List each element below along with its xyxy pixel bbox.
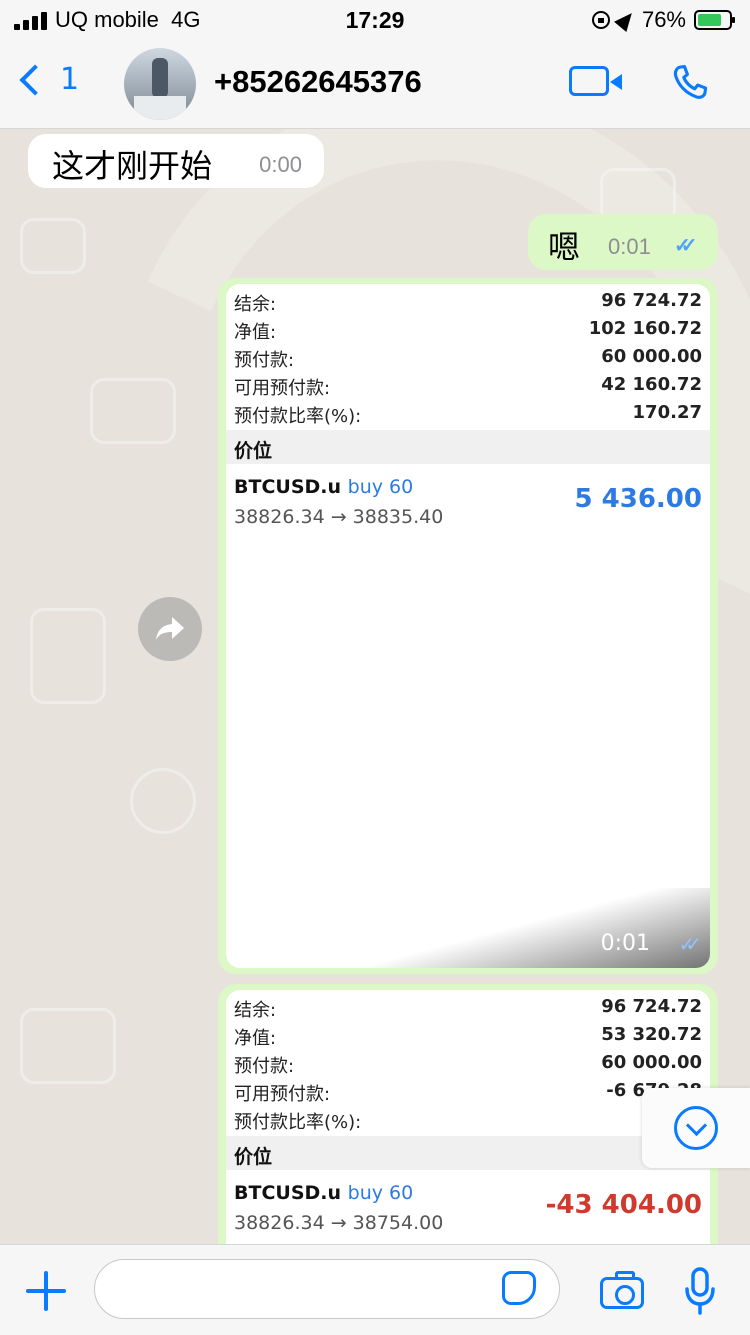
chevron-down-icon [674,1106,718,1150]
message-time: 0:00 [259,152,302,177]
wallpaper-doodle [90,378,176,444]
wallpaper-doodle [20,218,86,274]
price-section-header: 价位 [226,430,710,464]
message-text: 嗯 [548,229,581,265]
incoming-message[interactable]: 这才刚开始 0:00 [28,134,324,188]
trade-direction: buy 60 [347,476,414,498]
message-time: 0:01 [608,234,651,259]
unread-count: 1 [60,62,80,97]
screenshot-image[interactable]: 结余: 96 724.72 净值: 102 160.72 预付款: 60 000… [226,284,710,968]
trade-prices: 38826.34 → 38835.40 [234,506,444,528]
battery-icon [694,10,735,30]
camera-icon[interactable] [600,1271,644,1309]
phone-icon[interactable] [668,62,712,106]
message-text: 这才刚开始 [52,148,213,184]
margin-row: 预付款: 60 000.00 [234,346,702,371]
contact-name[interactable]: +85262645376 [214,64,422,100]
video-call-icon[interactable] [569,66,622,96]
balance-row: 结余: 96 724.72 [234,996,702,1021]
equity-row: 净值: 102 160.72 [234,318,702,343]
equity-value: 53 320.72 [601,1024,702,1045]
trade-profit: -43 404.00 [545,1190,702,1220]
image-message[interactable]: 结余: 96 724.72 净值: 102 160.72 预付款: 60 000… [218,278,718,974]
wallpaper-doodle [130,768,196,834]
image-shade [226,888,710,968]
trade-symbol: BTCUSD.u buy 60 [234,476,414,498]
equity-row: 净值: 53 320.72 [234,1024,702,1049]
message-input[interactable] [94,1259,560,1319]
wallpaper-doodle [20,1008,116,1084]
chevron-left-icon [19,63,51,96]
price-section-header: 价位 [226,1136,710,1170]
trade-prices: 38826.34 → 38754.00 [234,1212,444,1234]
read-receipt-icon: ✓✓ [674,235,697,257]
wallpaper-doodle [30,608,106,704]
free-margin-row: 可用预付款: 42 160.72 [234,374,702,399]
free-margin-value: 42 160.72 [601,374,702,395]
margin-row: 预付款: 60 000.00 [234,1052,702,1077]
margin-level-row: 预付款比率(%): [234,1112,362,1133]
balance-value: 96 724.72 [601,290,702,311]
status-right: 76% [591,7,735,33]
balance-row: 结余: 96 724.72 [234,290,702,315]
forward-button[interactable] [138,597,202,661]
battery-percent: 76% [641,7,686,32]
microphone-icon[interactable] [684,1267,716,1315]
contact-avatar[interactable] [124,48,196,120]
chat-header: 1 +85262645376 [0,42,750,129]
balance-value: 96 724.72 [601,996,702,1017]
plus-icon[interactable] [26,1271,66,1311]
margin-value: 60 000.00 [601,346,702,367]
back-button[interactable]: 1 [16,62,79,97]
outgoing-message[interactable]: 嗯 0:01 ✓✓ [528,214,718,270]
trade-direction: buy 60 [347,1182,414,1204]
trade-profit: 5 436.00 [574,484,702,514]
message-time: 0:01 [600,931,650,956]
orientation-lock-icon [591,11,610,29]
trade-symbol: BTCUSD.u buy 60 [234,1182,414,1204]
equity-value: 102 160.72 [588,318,702,339]
message-input-bar [0,1244,750,1335]
margin-level-value: 170.27 [632,402,702,423]
free-margin-row: 可用预付款: -6 679.28 [226,1076,710,1105]
status-bar: UQ mobile 4G 17:29 76% [0,0,750,42]
scroll-to-bottom-button[interactable] [642,1088,750,1168]
location-icon [614,7,638,33]
margin-level-row: 预付款比率(%): 170.27 [234,402,702,427]
forward-icon [156,617,184,640]
margin-value: 60 000.00 [601,1052,702,1073]
read-receipt-icon: ✓✓ [678,932,701,956]
